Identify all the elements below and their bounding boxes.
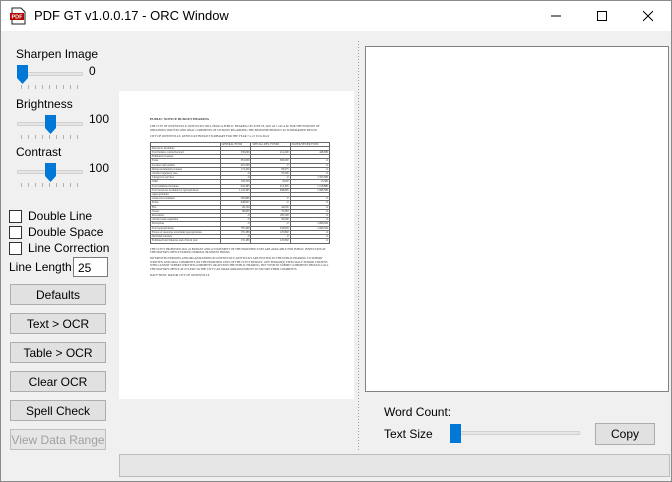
- copy-button[interactable]: Copy: [595, 423, 655, 445]
- document-intro: THE CITY OF OWENSVILLE, KENTUCKY WILL HO…: [150, 124, 320, 132]
- ocr-window: PDF PDF GT v1.0.0.17 - ORC Window Sharpe…: [0, 0, 672, 482]
- minimize-icon: [551, 15, 561, 17]
- maximize-button[interactable]: [579, 1, 625, 31]
- checkbox-box[interactable]: [9, 241, 22, 255]
- table-row: Estimated fund balances end of fiscal ye…: [150, 238, 331, 244]
- contrast-label: Contrast: [16, 145, 62, 159]
- document-paragraph: INTERESTED PERSONS AND ORGANIZATIONS IN …: [150, 256, 329, 271]
- progress-bar: [119, 454, 670, 477]
- document-paragraph: THE CITY'S PROPOSED 2021-22 BUDGET AND A…: [150, 246, 326, 254]
- contrast-value: 100: [89, 161, 110, 175]
- line-length-input[interactable]: 25: [73, 257, 108, 277]
- slider-thumb[interactable]: [450, 424, 461, 443]
- title-bar[interactable]: PDF PDF GT v1.0.0.17 - ORC Window: [1, 1, 671, 31]
- document-heading: PUBLIC NOTICE BUDGET HEARING: [150, 117, 210, 121]
- line-length-label: Line Length: [9, 260, 72, 274]
- checkbox-label: Double Space: [28, 225, 104, 239]
- text-size-slider[interactable]: [450, 424, 580, 450]
- table-cell: 125,802: [250, 238, 291, 244]
- close-button[interactable]: [625, 1, 671, 31]
- document-signature: DAVY HUNT, MAYOR CITY OF OWENSVILLE: [150, 272, 210, 277]
- panel-splitter[interactable]: [358, 41, 359, 451]
- checkbox-label: Line Correction: [28, 241, 110, 255]
- slider-ticks: [21, 85, 79, 89]
- checkbox-box[interactable]: [9, 225, 22, 239]
- sharpen-slider[interactable]: [17, 65, 83, 91]
- slider-track: [450, 431, 580, 435]
- sharpen-value: 0: [89, 64, 96, 78]
- spell-check-button[interactable]: Spell Check: [10, 400, 106, 421]
- slider-ticks: [21, 135, 79, 139]
- slider-thumb[interactable]: [17, 65, 28, 84]
- double-space-checkbox[interactable]: Double Space: [9, 225, 103, 239]
- brightness-slider[interactable]: [17, 115, 83, 141]
- contrast-slider[interactable]: [17, 163, 83, 189]
- table-cell: 155,186: [219, 238, 252, 244]
- document-preview[interactable]: PUBLIC NOTICE BUDGET HEARING THE CITY OF…: [119, 91, 354, 399]
- budget-table: GENERAL FUND SPECIAL REV. FUNDS WATER/SEWE…: [150, 141, 331, 244]
- table-cell: -0: [289, 238, 331, 244]
- brightness-label: Brightness: [16, 97, 73, 111]
- document-content: PUBLIC NOTICE BUDGET HEARING THE CITY OF…: [150, 117, 331, 280]
- close-icon: [643, 11, 653, 21]
- ocr-output-textarea[interactable]: [365, 46, 669, 392]
- window-title: PDF GT v1.0.0.17 - ORC Window: [34, 8, 229, 23]
- line-correction-checkbox[interactable]: Line Correction: [9, 241, 109, 255]
- pdf-app-icon: PDF: [9, 7, 27, 25]
- slider-ticks: [21, 183, 79, 187]
- text-size-label: Text Size: [384, 427, 433, 441]
- checkbox-box[interactable]: [9, 209, 22, 223]
- checkbox-label: Double Line: [28, 209, 93, 223]
- defaults-button[interactable]: Defaults: [10, 284, 106, 305]
- brightness-value: 100: [89, 112, 110, 126]
- clear-ocr-button[interactable]: Clear OCR: [10, 371, 106, 392]
- sharpen-label: Sharpen Image: [16, 47, 99, 61]
- maximize-icon: [597, 11, 607, 21]
- table-cell: Estimated fund balances end of fiscal ye…: [150, 238, 221, 244]
- view-data-range-button[interactable]: View Data Range: [10, 429, 106, 450]
- slider-thumb[interactable]: [45, 115, 56, 134]
- slider-thumb[interactable]: [45, 163, 56, 182]
- document-subhead: CITY OF OWENSVILLE, KENTUCKY BUDGET SUMM…: [150, 134, 270, 139]
- double-line-checkbox[interactable]: Double Line: [9, 209, 92, 223]
- text-ocr-button[interactable]: Text > OCR: [10, 313, 106, 334]
- minimize-button[interactable]: [533, 1, 579, 31]
- word-count-label: Word Count:: [384, 405, 452, 419]
- table-ocr-button[interactable]: Table > OCR: [10, 342, 106, 363]
- svg-text:PDF: PDF: [12, 15, 24, 21]
